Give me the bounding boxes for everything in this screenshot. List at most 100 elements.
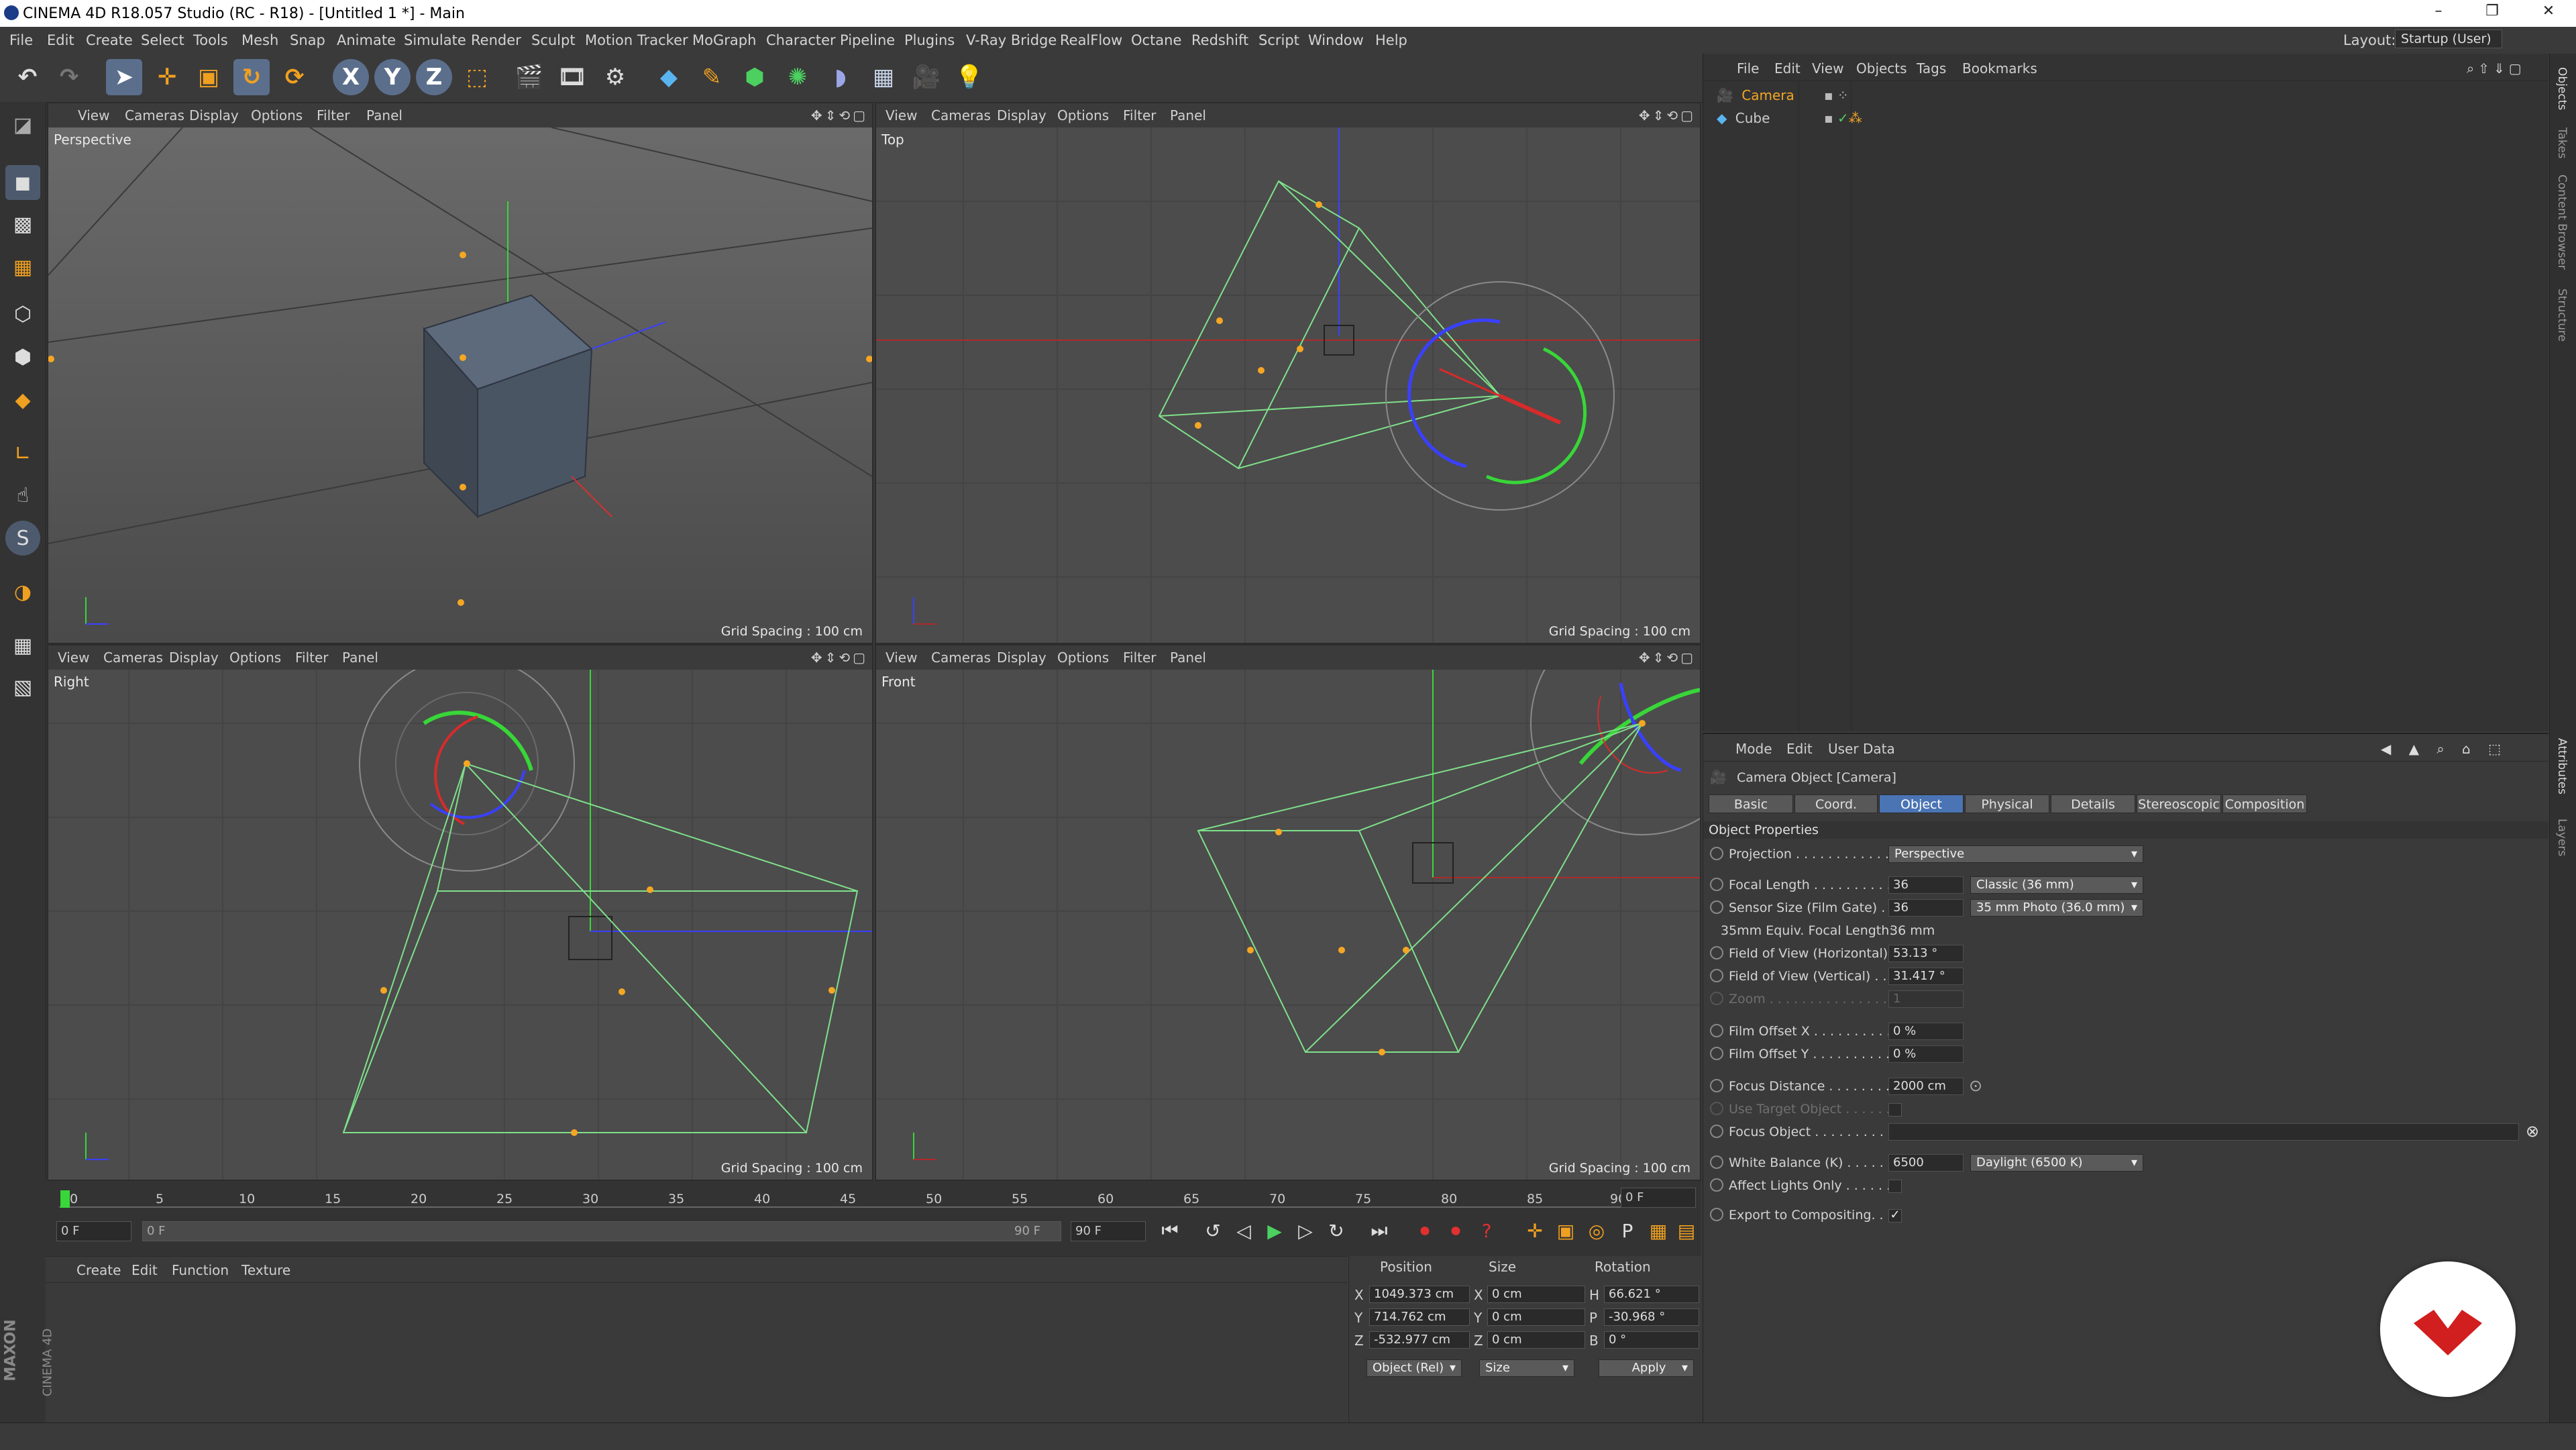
key-scale-icon[interactable]: ▣ (1551, 1216, 1580, 1245)
undo-icon[interactable]: ↶ (9, 59, 46, 95)
key-pla-icon[interactable]: ▦ (1644, 1216, 1673, 1245)
polygons-mode-icon[interactable]: ◆ (5, 382, 40, 417)
model-mode-icon[interactable]: ◼ (5, 165, 40, 200)
menu-file[interactable]: File (9, 32, 33, 48)
select-tool-icon[interactable]: ➤ (106, 59, 142, 95)
material-menu-edit[interactable]: Edit (131, 1262, 158, 1278)
points-mode-icon[interactable]: ⬡ (5, 297, 40, 331)
viewport-menu-options[interactable]: Options (1057, 107, 1109, 123)
locked-workplane-icon[interactable]: ◑ (5, 574, 40, 609)
make-editable-icon[interactable]: ◪ (5, 107, 40, 142)
viewport-perspective[interactable]: View Cameras Display Options Filter Pane… (47, 102, 873, 644)
timeline-ruler[interactable]: 0 5 10 15 20 25 30 35 40 45 50 55 60 65 … (59, 1186, 1629, 1213)
menu-help[interactable]: Help (1375, 32, 1407, 48)
redo-icon[interactable]: ↷ (51, 59, 87, 95)
rotation-h-field[interactable]: 66.621 ° (1604, 1286, 1699, 1303)
animate-dot-icon[interactable] (1710, 1125, 1723, 1138)
render-picture-viewer-icon[interactable]: 🎞 (554, 59, 590, 95)
pen-spline-icon[interactable]: ✎ (694, 59, 730, 95)
object-menu-view[interactable]: View (1812, 60, 1843, 76)
tab-composition[interactable]: Composition (2222, 794, 2307, 813)
position-z-field[interactable]: -532.977 cm (1369, 1331, 1470, 1349)
viewport-menu-display[interactable]: Display (169, 650, 219, 666)
menu-select[interactable]: Select (141, 32, 184, 48)
affect-lights-checkbox[interactable] (1888, 1180, 1902, 1193)
viewport-menu-cameras[interactable]: Cameras (931, 107, 991, 123)
menu-create[interactable]: Create (86, 32, 133, 48)
key-parameter-icon[interactable]: P (1613, 1216, 1642, 1245)
menu-render[interactable]: Render (471, 32, 521, 48)
go-to-start-icon[interactable]: ⏮ (1155, 1216, 1185, 1245)
next-key-icon[interactable]: ↻ (1322, 1216, 1351, 1245)
tweak-mode-icon[interactable]: ☝ (5, 478, 40, 513)
menu-plugins[interactable]: Plugins (904, 32, 955, 48)
visibility-toggle-icon[interactable]: ▪ ⁘ (1824, 87, 1849, 103)
key-position-icon[interactable]: ✛ (1520, 1216, 1550, 1245)
material-menu-create[interactable]: Create (76, 1262, 121, 1278)
autokey-icon[interactable]: ⏺ (1441, 1216, 1470, 1245)
position-x-field[interactable]: 1049.373 cm (1369, 1286, 1470, 1303)
viewport-menu-panel[interactable]: Panel (342, 650, 378, 666)
size-x-field[interactable]: 0 cm (1487, 1286, 1585, 1303)
recent-tool-icon[interactable]: ⟳ (276, 59, 313, 95)
sensor-size-preset-select[interactable]: 35 mm Photo (36.0 mm) (1970, 899, 2143, 917)
timeline-menu-icon[interactable]: ▤ (1672, 1216, 1701, 1245)
object-manager-nav-icons[interactable]: ⌕⇧⇓▢ (2467, 60, 2526, 76)
viewport-menu-cameras[interactable]: Cameras (103, 650, 163, 666)
cloner-icon[interactable]: ✺ (780, 59, 816, 95)
animate-dot-icon[interactable] (1710, 946, 1723, 960)
animate-dot-icon[interactable] (1710, 1155, 1723, 1169)
menu-sculpt[interactable]: Sculpt (531, 32, 576, 48)
white-balance-field[interactable]: 6500 (1888, 1154, 1964, 1172)
play-icon[interactable]: ▶ (1260, 1216, 1289, 1245)
viewport-menu-panel[interactable]: Panel (1170, 107, 1206, 123)
cube-primitive-icon[interactable]: ◆ (651, 59, 687, 95)
light-icon[interactable]: 💡 (951, 59, 987, 95)
vtab-objects[interactable]: Objects (2555, 67, 2569, 110)
attribute-menu-user-data[interactable]: User Data (1828, 741, 1895, 757)
material-menu-texture[interactable]: Texture (241, 1262, 290, 1278)
menu-pipeline[interactable]: Pipeline (840, 32, 895, 48)
menu-motion-tracker[interactable]: Motion Tracker (585, 32, 688, 48)
object-row-cube[interactable]: ◆ Cube ▪ ✓⁂ (1717, 110, 1862, 130)
frame-range-slider[interactable]: 0 F 90 F (142, 1221, 1061, 1241)
solo-mode-icon[interactable]: ▧ (5, 670, 40, 705)
viewport-menu-display[interactable]: Display (997, 107, 1046, 123)
object-menu-bookmarks[interactable]: Bookmarks (1962, 60, 2037, 76)
film-offset-x-field[interactable]: 0 % (1888, 1023, 1964, 1040)
viewport-menu-view[interactable]: View (885, 107, 917, 123)
start-frame-field[interactable]: 0 F (56, 1221, 131, 1241)
export-compositing-checkbox[interactable]: ✓ (1888, 1209, 1902, 1223)
tab-details[interactable]: Details (2051, 794, 2135, 813)
viewport-menu-display[interactable]: Display (189, 107, 239, 123)
menu-animate[interactable]: Animate (337, 32, 396, 48)
viewport-menu-filter[interactable]: Filter (1123, 107, 1157, 123)
camera-icon[interactable]: 🎥 (908, 59, 945, 95)
focus-object-link-field[interactable] (1888, 1123, 2519, 1141)
fov-horizontal-field[interactable]: 53.13 ° (1888, 945, 1964, 962)
focal-length-preset-select[interactable]: Classic (36 mm) (1970, 876, 2143, 894)
attribute-nav-icons[interactable]: ◀ ▲ ⌕ ⌂ ⬚ (2381, 741, 2508, 757)
use-target-checkbox[interactable] (1888, 1103, 1902, 1117)
menu-vray-bridge[interactable]: V-Ray Bridge (966, 32, 1057, 48)
viewport-front[interactable]: View Cameras Display Options Filter Pane… (875, 644, 1701, 1181)
size-z-field[interactable]: 0 cm (1487, 1331, 1585, 1349)
menu-tools[interactable]: Tools (193, 32, 228, 48)
planar-workplane-icon[interactable]: ▦ (5, 628, 40, 663)
menu-realflow[interactable]: RealFlow (1060, 32, 1122, 48)
menu-window[interactable]: Window (1308, 32, 1364, 48)
focal-length-field[interactable]: 36 (1888, 876, 1964, 894)
coordinate-mode-select[interactable]: Object (Rel) (1366, 1359, 1462, 1377)
deformer-icon[interactable]: ◗ (822, 59, 859, 95)
y-axis-lock-icon[interactable]: Y (374, 59, 411, 95)
vtab-takes[interactable]: Takes (2555, 127, 2569, 159)
animate-dot-icon[interactable] (1710, 1208, 1723, 1221)
viewport-nav-icons[interactable]: ✥⇕⟲▢ (1639, 650, 1696, 666)
x-axis-lock-icon[interactable]: X (333, 59, 369, 95)
keyframe-selection-icon[interactable]: ? (1472, 1216, 1501, 1245)
render-settings-icon[interactable]: ⚙ (597, 59, 633, 95)
menu-script[interactable]: Script (1258, 32, 1299, 48)
object-menu-tags[interactable]: Tags (1917, 60, 1946, 76)
coordinate-system-icon[interactable]: ⬚ (459, 59, 495, 95)
move-tool-icon[interactable]: ✛ (149, 59, 185, 95)
